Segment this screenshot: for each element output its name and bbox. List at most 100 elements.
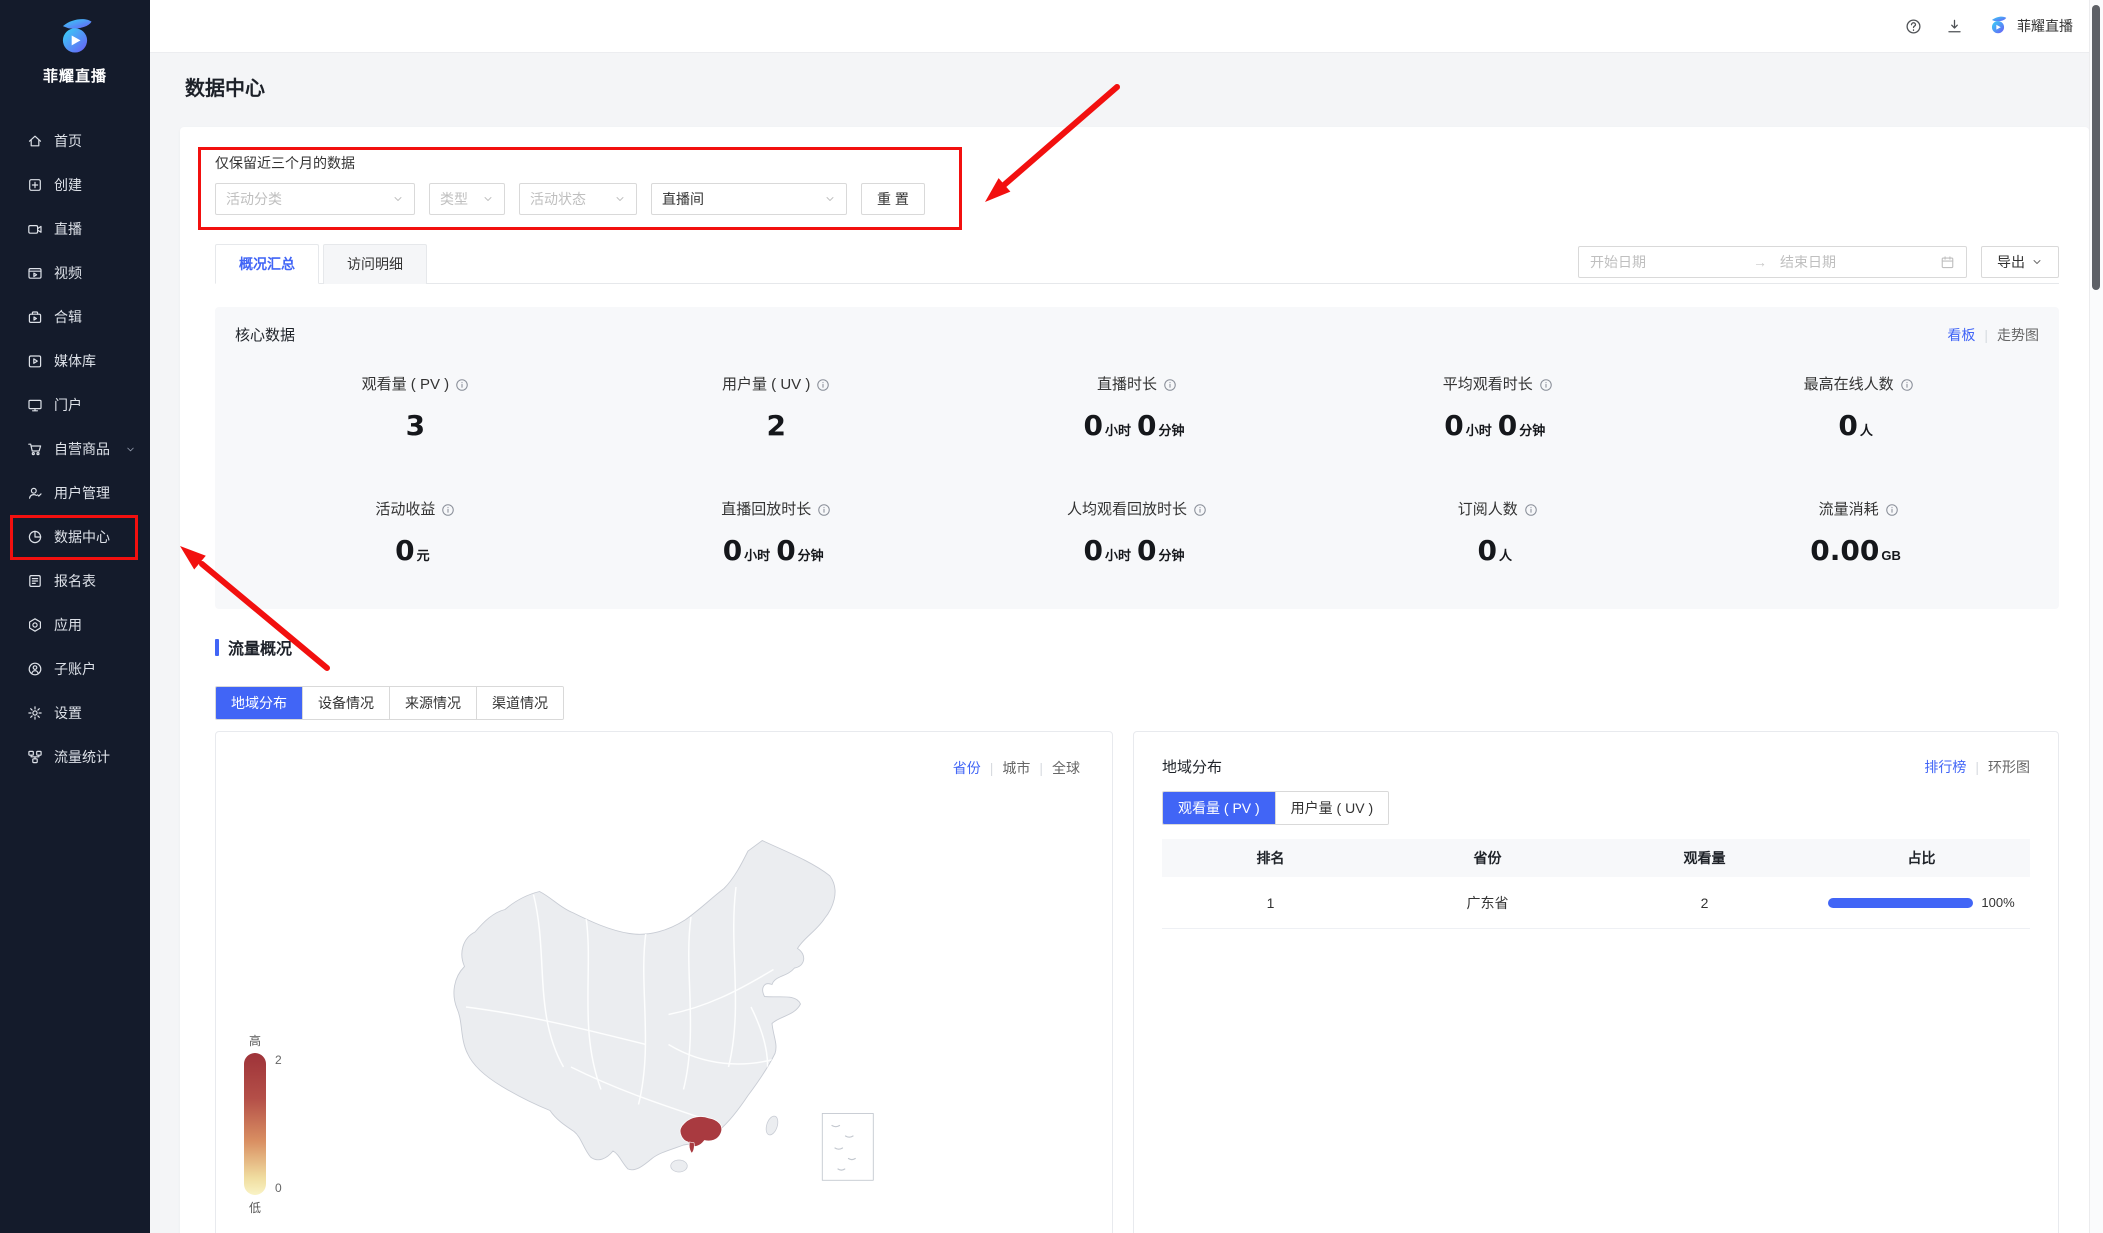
- metric-unit: 小时: [1105, 548, 1131, 563]
- sidebar-item-traffic-stats[interactable]: 流量统计: [0, 735, 150, 779]
- sidebar-item-sub-account[interactable]: 子账户: [0, 647, 150, 691]
- sidebar-item-label: 用户管理: [54, 483, 110, 503]
- metric: 用户量 ( UV )2: [596, 375, 957, 448]
- region-table-body: 1广东省2100%: [1162, 877, 2030, 929]
- feiyao-logo-icon: [53, 14, 97, 58]
- sidebar-item-create[interactable]: 创建: [0, 163, 150, 207]
- metric: 订阅人数0人: [1317, 500, 1678, 573]
- core-title: 核心数据: [235, 324, 295, 345]
- metric-label: 人均观看回放时长: [1067, 500, 1207, 520]
- tab-overview[interactable]: 概况汇总: [215, 244, 319, 284]
- help-icon[interactable]: [1905, 18, 1922, 35]
- start-date-placeholder: 开始日期: [1590, 252, 1740, 272]
- metric-unit: 分钟: [1519, 423, 1545, 438]
- sidebar-item-live[interactable]: 直播: [0, 207, 150, 251]
- sidebar-item-label: 首页: [54, 131, 82, 151]
- cell-province: 广东省: [1379, 893, 1596, 913]
- metric-unit: 分钟: [798, 548, 824, 563]
- calendar-icon[interactable]: [1940, 255, 1955, 270]
- percent-bar: [1828, 898, 1973, 908]
- metric-label: 订阅人数: [1458, 500, 1538, 520]
- info-icon[interactable]: [817, 503, 831, 517]
- traffic-section-head: 流量概况: [215, 635, 2059, 659]
- sidebar-item-label: 媒体库: [54, 351, 96, 371]
- info-icon[interactable]: [1193, 503, 1207, 517]
- sidebar-item-label: 子账户: [54, 659, 96, 679]
- region-metric-uv[interactable]: 用户量 ( UV ): [1275, 792, 1388, 824]
- table-header-cell: 占比: [1813, 848, 2030, 868]
- metric-value: 0小时0分钟: [596, 534, 957, 573]
- info-icon[interactable]: [1539, 378, 1553, 392]
- create-icon: [27, 177, 43, 193]
- map-scope-global[interactable]: 全球: [1052, 760, 1080, 776]
- sidebar-item-registration-form[interactable]: 报名表: [0, 559, 150, 603]
- traffic-tab-device[interactable]: 设备情况: [302, 687, 389, 719]
- sidebar-item-media-library[interactable]: 媒体库: [0, 339, 150, 383]
- topbar-brand[interactable]: 菲耀直播: [1987, 14, 2073, 39]
- sidebar-item-album[interactable]: 合辑: [0, 295, 150, 339]
- brand-logo-icon: [1987, 14, 2009, 39]
- region-panel: 地域分布 排行榜|环形图 观看量 ( PV )用户量 ( UV ) 排名省份观看…: [1133, 731, 2059, 1233]
- map-scope-city[interactable]: 城市: [1002, 760, 1030, 776]
- date-range-picker[interactable]: 开始日期 → 结束日期: [1578, 246, 1967, 278]
- core-view-trend[interactable]: 走势图: [1997, 327, 2039, 343]
- video-icon: [27, 265, 43, 281]
- info-icon[interactable]: [441, 503, 455, 517]
- region-metric-pv[interactable]: 观看量 ( PV ): [1163, 792, 1275, 824]
- info-icon[interactable]: [455, 378, 469, 392]
- info-icon[interactable]: [1524, 503, 1538, 517]
- sidebar-item-data-center[interactable]: 数据中心: [0, 515, 150, 559]
- region-view-ranking[interactable]: 排行榜: [1924, 759, 1966, 775]
- metric-value: 0人: [1678, 409, 2039, 448]
- region-hainan[interactable]: [671, 1160, 688, 1172]
- home-icon: [27, 133, 43, 149]
- filter-select-activity-category[interactable]: 活动分类: [215, 183, 415, 215]
- region-metric-toggle-wrap: 观看量 ( PV )用户量 ( UV ): [1162, 791, 2030, 825]
- scrollbar-thumb[interactable]: [2092, 5, 2100, 290]
- traffic-cards-row: 省份 | 城市 | 全球: [215, 731, 2059, 1233]
- region-view-donut[interactable]: 环形图: [1988, 759, 2030, 775]
- info-icon[interactable]: [1900, 378, 1914, 392]
- sidebar-item-portal[interactable]: 门户: [0, 383, 150, 427]
- legend-min: 0: [275, 1181, 282, 1195]
- core-head: 核心数据 看板|走势图: [235, 324, 2039, 345]
- reset-button[interactable]: 重 置: [861, 183, 925, 215]
- divider: |: [990, 760, 994, 776]
- live-icon: [27, 221, 43, 237]
- traffic-tabs: 地域分布设备情况来源情况渠道情况: [215, 686, 564, 720]
- sidebar-item-user-management[interactable]: 用户管理: [0, 471, 150, 515]
- metric-value: 0.00GB: [1678, 534, 2039, 573]
- traffic-tab-source[interactable]: 来源情况: [389, 687, 476, 719]
- traffic-tab-channel[interactable]: 渠道情况: [476, 687, 563, 719]
- filter-select-room[interactable]: 直播间: [651, 183, 847, 215]
- filter-select-activity-status[interactable]: 活动状态: [519, 183, 637, 215]
- sidebar-item-home[interactable]: 首页: [0, 119, 150, 163]
- map-inset-south-china-sea: [822, 1114, 873, 1181]
- table-header-cell: 排名: [1162, 848, 1379, 868]
- sidebar-item-apps[interactable]: 应用: [0, 603, 150, 647]
- info-icon[interactable]: [1885, 503, 1899, 517]
- sidebar-item-own-products[interactable]: 自营商品: [0, 427, 150, 471]
- tab-visits[interactable]: 访问明细: [323, 244, 427, 284]
- chevron-down-icon: [392, 193, 404, 205]
- metric-number: 0: [723, 534, 742, 567]
- metric: 平均观看时长0小时0分钟: [1317, 375, 1678, 448]
- sidebar-item-settings[interactable]: 设置: [0, 691, 150, 735]
- core-view-board[interactable]: 看板: [1947, 327, 1975, 343]
- metric-value: 2: [596, 409, 957, 447]
- select-placeholder: 类型: [440, 189, 468, 209]
- info-icon[interactable]: [816, 378, 830, 392]
- export-button[interactable]: 导出: [1981, 246, 2059, 278]
- feiyao-logo-icon: [1987, 14, 2009, 36]
- traffic-tab-region[interactable]: 地域分布: [216, 687, 302, 719]
- divider: |: [1975, 759, 1979, 775]
- download-icon[interactable]: [1946, 18, 1963, 35]
- region-taiwan[interactable]: [764, 1115, 780, 1137]
- filter-select-type[interactable]: 类型: [429, 183, 505, 215]
- info-icon[interactable]: [1163, 378, 1177, 392]
- map-scope-province[interactable]: 省份: [953, 760, 981, 776]
- sidebar-item-video[interactable]: 视频: [0, 251, 150, 295]
- sidebar-item-label: 视频: [54, 263, 82, 283]
- metric: 最高在线人数0人: [1678, 375, 2039, 448]
- china-map[interactable]: [421, 817, 901, 1227]
